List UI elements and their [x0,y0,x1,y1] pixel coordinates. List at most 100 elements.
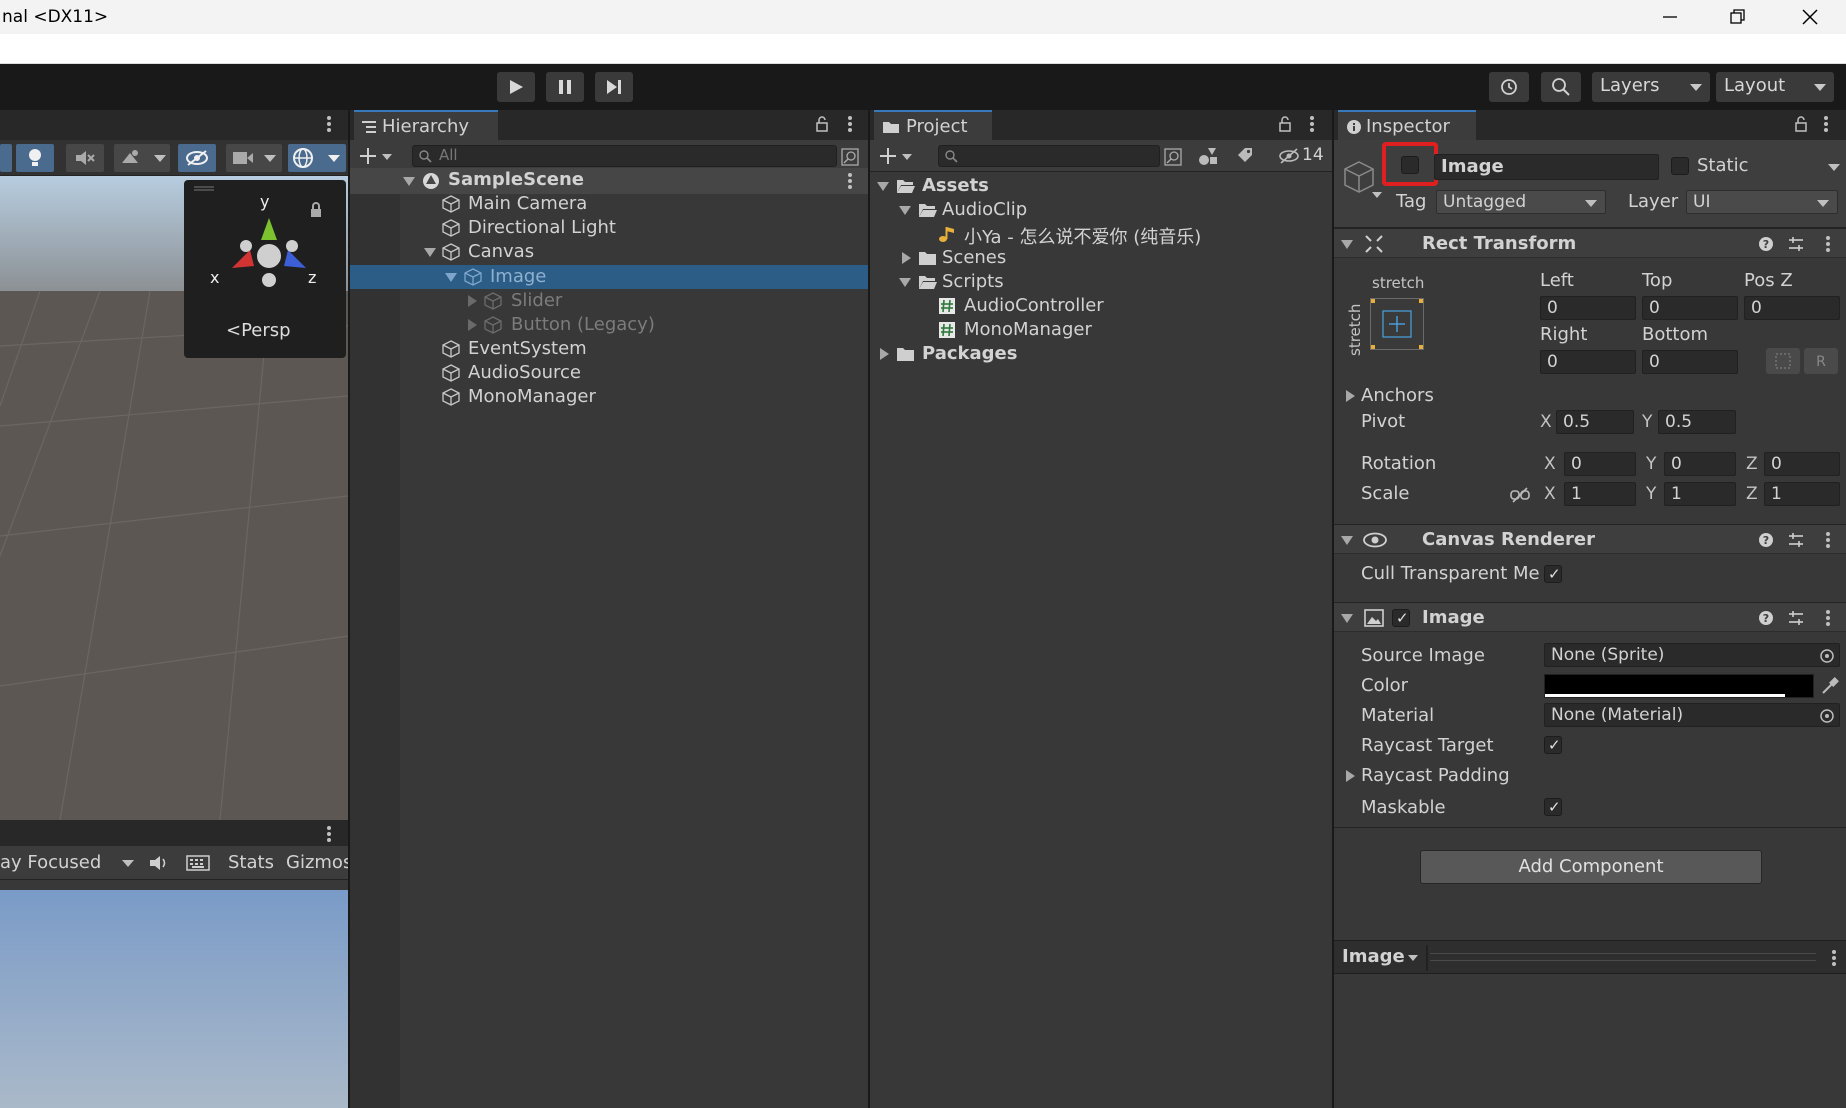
scene-row[interactable]: SampleScene [350,168,868,194]
kebab-menu-icon[interactable] [1310,116,1314,134]
hierarchy-item[interactable]: Main Camera [350,192,868,216]
tab-inspector[interactable]: Inspector [1338,110,1476,140]
rotation-x-field[interactable]: 0 [1564,452,1636,476]
project-item[interactable]: AudioClip [870,198,1332,222]
icon-picker-chevron-icon[interactable] [1372,192,1382,198]
lock-icon[interactable] [1794,116,1808,132]
add-component-button[interactable]: Add Component [1420,850,1762,884]
layout-dropdown[interactable]: Layout [1716,72,1834,102]
project-item[interactable]: Scripts [870,270,1332,294]
right-field[interactable]: 0 [1540,350,1636,374]
scale-x-field[interactable]: 1 [1564,482,1636,506]
left-field[interactable]: 0 [1540,296,1636,320]
hierarchy-item-selected[interactable]: Image [350,265,868,289]
hierarchy-item-inactive[interactable]: Button (Legacy) [350,313,868,337]
help-icon[interactable]: ? [1758,236,1774,252]
gizmos-button[interactable]: Gizmos [286,852,352,873]
expand-arrow-icon[interactable] [880,348,889,360]
gizmos-dropdown[interactable] [288,144,346,172]
image-enabled-checkbox[interactable]: ✓ [1392,609,1410,627]
help-icon[interactable]: ? [1758,532,1774,548]
scale-z-field[interactable]: 1 [1764,482,1840,506]
scene-tool-button[interactable] [0,144,12,172]
lock-icon[interactable] [1278,116,1292,132]
preview-dropdown[interactable]: Image [1342,946,1422,970]
tab-project[interactable]: Project [874,110,992,140]
search-button[interactable] [1541,72,1581,102]
hierarchy-item[interactable]: Canvas [350,240,868,264]
kebab-menu-icon[interactable] [1826,610,1830,628]
play-focus-dropdown[interactable]: ay Focused [0,850,138,876]
top-field[interactable]: 0 [1642,296,1738,320]
hierarchy-item[interactable]: EventSystem [350,337,868,361]
game-viewport[interactable] [0,890,348,1108]
mute-audio-button[interactable] [148,850,174,876]
static-checkbox[interactable] [1671,157,1689,175]
stats-button[interactable]: Stats [228,852,274,873]
hierarchy-item[interactable]: Directional Light [350,216,868,240]
audio-toggle[interactable] [66,144,104,172]
expand-arrow-icon[interactable] [424,248,436,257]
lighting-toggle[interactable] [16,144,54,172]
raycast-padding-foldout[interactable]: Raycast Padding [1334,762,1846,788]
constrain-proportions-icon[interactable] [1510,486,1530,504]
rotation-y-field[interactable]: 0 [1664,452,1736,476]
orientation-gizmo[interactable]: y x z <Persp [184,180,346,358]
bottom-field[interactable]: 0 [1642,350,1738,374]
hidden-packages-icon[interactable] [1278,148,1302,164]
step-button[interactable] [595,72,633,102]
scene-visibility-toggle[interactable] [178,144,216,172]
pivot-x-field[interactable]: 0.5 [1556,410,1634,434]
create-asset-button[interactable] [878,144,918,168]
project-item[interactable]: Assets [870,174,1332,198]
expand-arrow-icon[interactable] [468,319,477,331]
expand-arrow-icon[interactable] [1346,390,1355,402]
expand-arrow-icon[interactable] [445,273,457,282]
expand-arrow-icon[interactable] [403,177,415,186]
shortcuts-button[interactable] [186,850,214,876]
kebab-menu-icon[interactable] [1826,532,1830,550]
search-scope-icon[interactable] [841,148,859,166]
kebab-menu-icon[interactable] [327,116,331,134]
restore-button[interactable] [1713,0,1763,34]
help-icon[interactable]: ? [1758,610,1774,626]
project-item[interactable]: Packages [870,342,1332,366]
material-field[interactable]: None (Material) [1544,703,1840,727]
camera-dropdown[interactable] [226,144,282,172]
filter-by-label-icon[interactable] [1236,146,1254,164]
kebab-menu-icon[interactable] [848,116,852,134]
close-window-button[interactable] [1785,0,1835,34]
preset-icon[interactable] [1788,610,1804,626]
preset-icon[interactable] [1788,236,1804,252]
expand-arrow-icon[interactable] [899,206,911,215]
raw-edit-mode-button[interactable]: R [1804,348,1838,374]
expand-arrow-icon[interactable] [902,252,911,264]
source-image-field[interactable]: None (Sprite) [1544,643,1840,667]
collapse-arrow-icon[interactable] [1341,614,1353,623]
layer-dropdown[interactable]: UI [1686,190,1838,214]
color-field[interactable] [1544,674,1814,698]
cull-transparent-checkbox[interactable]: ✓ [1544,565,1562,583]
hierarchy-item[interactable]: MonoManager [350,385,868,409]
rotation-z-field[interactable]: 0 [1764,452,1840,476]
rect-transform-header[interactable]: Rect Transform ? [1334,228,1846,258]
preview-drag-handle[interactable] [1430,953,1816,961]
expand-arrow-icon[interactable] [899,278,911,287]
project-item[interactable]: 小Ya - 怎么说不爱你 (纯音乐) [870,222,1332,248]
tab-hierarchy[interactable]: Hierarchy [354,110,498,140]
anchor-presets-button[interactable] [1370,298,1424,350]
static-dropdown-chevron-icon[interactable] [1828,164,1840,171]
layers-dropdown[interactable]: Layers [1592,72,1710,102]
hierarchy-item[interactable]: AudioSource [350,361,868,385]
maskable-checkbox[interactable]: ✓ [1544,798,1562,816]
pause-button[interactable] [546,72,584,102]
expand-arrow-icon[interactable] [1346,770,1355,782]
projection-toggle[interactable]: <Persp [226,320,291,341]
active-checkbox[interactable] [1401,156,1419,174]
kebab-menu-icon[interactable] [848,173,852,191]
effects-dropdown[interactable] [114,144,170,172]
search-scope-icon[interactable] [1164,148,1182,166]
scale-y-field[interactable]: 1 [1664,482,1736,506]
minimize-button[interactable] [1645,0,1695,34]
expand-arrow-icon[interactable] [468,295,477,307]
